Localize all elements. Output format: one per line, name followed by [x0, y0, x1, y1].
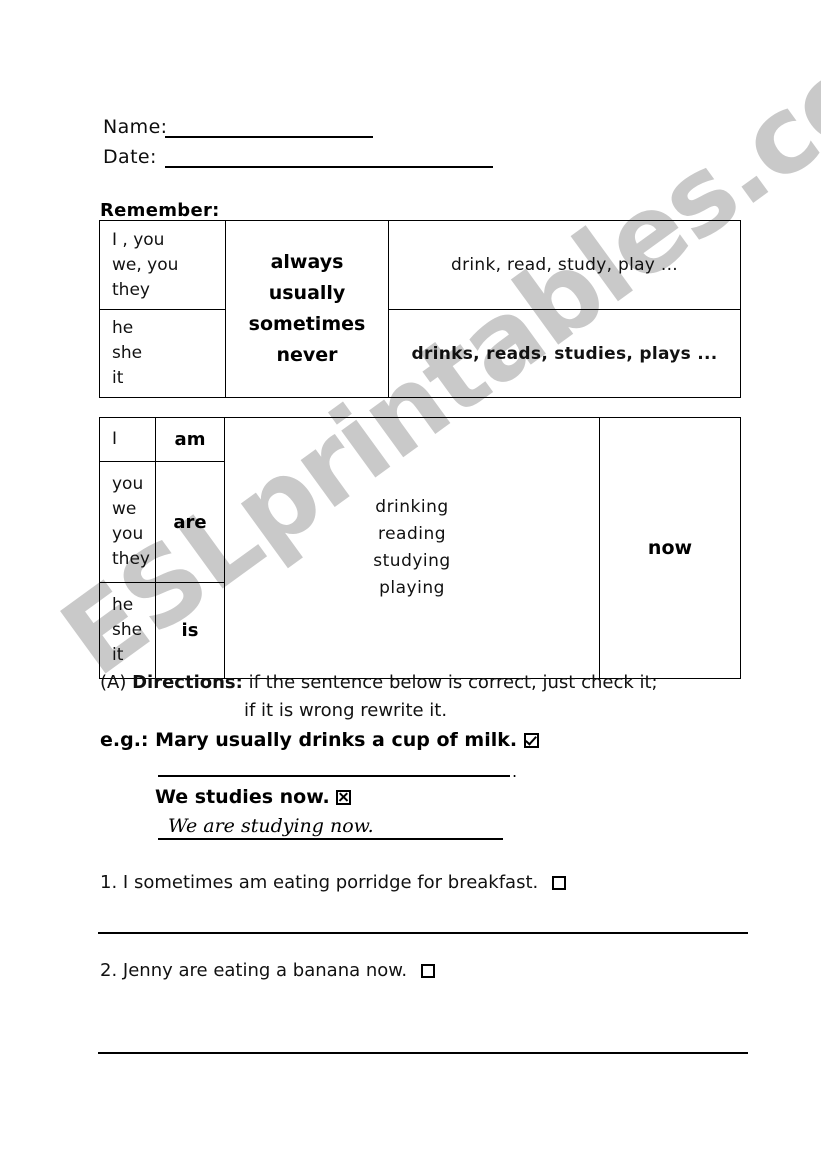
adverb-item: always [270, 251, 344, 273]
be-form-is: is [155, 582, 225, 679]
table-row: I , you we, you they always usually some… [99, 220, 741, 398]
example-wrong-checkbox[interactable] [336, 790, 352, 805]
subject-line: he [112, 318, 134, 338]
ing-verb: reading [377, 524, 447, 544]
subject-cell-i: I [99, 417, 156, 462]
time-expression-cell: now [599, 417, 741, 679]
subject-cell-plural: you we you they [99, 461, 156, 583]
question-1-checkbox[interactable] [551, 876, 566, 890]
subject-line: she [112, 620, 143, 640]
be-form-are: are [155, 461, 225, 583]
example-correct-line: e.g.: Mary usually drinks a cup of milk. [100, 729, 539, 751]
table-row: I am drinking reading studying playing n… [99, 417, 741, 679]
subject-line: it [112, 645, 124, 665]
subject-line: I [112, 429, 118, 449]
name-input-line[interactable] [165, 136, 373, 138]
adverb-item: never [276, 344, 338, 366]
example-rewrite-line[interactable] [158, 838, 503, 840]
verb-list-base: drink, read, study, play ... [451, 255, 678, 275]
question-1-number: 1. [100, 872, 118, 893]
verbs-cell-base: drink, read, study, play ... [388, 220, 741, 310]
directions-label: Directions: [132, 672, 243, 693]
example-wrong-line: We studies now. [155, 786, 352, 808]
verb-list-third-person: drinks, reads, studies, plays ... [411, 343, 718, 364]
question-2-answer-line[interactable] [98, 1052, 748, 1054]
present-continuous-table: I am drinking reading studying playing n… [99, 417, 741, 679]
question-2-text: Jenny are eating a banana now. [122, 960, 408, 981]
subject-line: he [112, 595, 134, 615]
question-2: 2. Jenny are eating a banana now. [100, 960, 435, 981]
subject-cell-singular: he she it [99, 309, 226, 398]
date-input-line[interactable] [165, 166, 493, 168]
ing-verb: studying [373, 551, 451, 571]
example-blank-period: . [512, 762, 518, 781]
verbs-cell-third-person: drinks, reads, studies, plays ... [388, 309, 741, 398]
example-wrong-sentence: We studies now. [155, 786, 330, 808]
subject-line: I , you [112, 229, 165, 250]
subject-line: we [112, 499, 137, 519]
be-form-am: am [155, 417, 225, 462]
name-label: Name: [103, 116, 168, 138]
ing-verb: playing [379, 578, 445, 598]
subject-line: she [112, 343, 143, 363]
subject-line: you [112, 524, 144, 544]
adverb-item: sometimes [248, 313, 366, 335]
subject-line: they [112, 549, 150, 569]
ing-verb: drinking [375, 497, 449, 517]
directions-marker: (A) [100, 672, 127, 693]
remember-heading: Remember: [100, 200, 220, 221]
example-label: e.g.: [100, 729, 149, 751]
question-2-number: 2. [100, 960, 118, 981]
directions-line-1: (A) Directions: if the sentence below is… [100, 672, 658, 693]
worksheet-page: ESLprintables.com Name: Date: Remember: … [0, 0, 821, 1169]
example-correct-sentence: Mary usually drinks a cup of milk. [155, 729, 518, 751]
directions-text-1: if the sentence below is correct, just c… [248, 672, 658, 693]
subject-cell-singular: he she it [99, 582, 156, 679]
subject-line: it [112, 368, 124, 388]
adverbs-cell: always usually sometimes never [225, 220, 389, 398]
adverb-item: usually [268, 282, 346, 304]
example-correct-checkbox[interactable] [523, 733, 539, 748]
question-1-text: I sometimes am eating porridge for break… [122, 872, 539, 893]
simple-present-table: I , you we, you they always usually some… [99, 220, 741, 398]
subject-line: we, you [112, 254, 179, 275]
example-rewrite-text: We are studying now. [168, 815, 374, 837]
subject-line: you [112, 474, 144, 494]
question-2-checkbox[interactable] [420, 964, 435, 978]
subject-cell-plural: I , you we, you they [99, 220, 226, 310]
ing-verbs-cell: drinking reading studying playing [224, 417, 600, 679]
question-1: 1. I sometimes am eating porridge for br… [100, 872, 566, 893]
question-1-answer-line[interactable] [98, 932, 748, 934]
subject-line: they [112, 279, 150, 300]
example-blank-answer-line[interactable] [158, 775, 510, 777]
table-row: he she it drinks, reads, studies, plays … [99, 309, 741, 398]
date-label: Date: [103, 146, 157, 168]
directions-line-2: if it is wrong rewrite it. [244, 700, 448, 721]
